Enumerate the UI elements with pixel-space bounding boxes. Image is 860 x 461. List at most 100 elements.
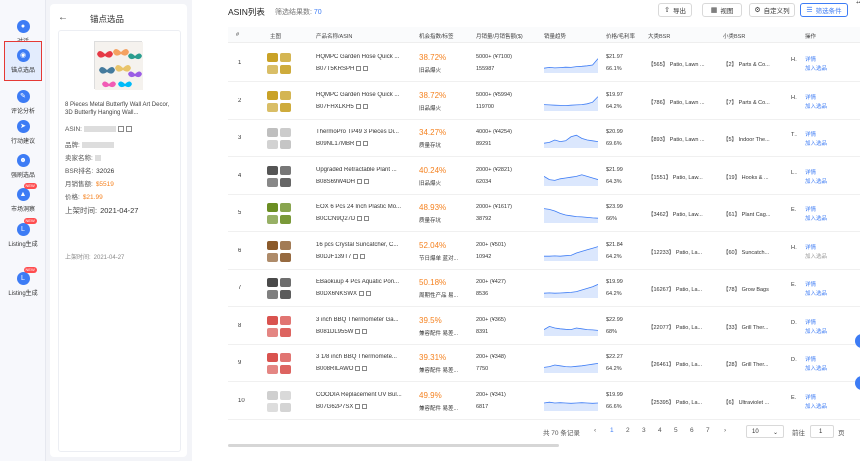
nav-item-label: 锚点选品 bbox=[10, 67, 35, 74]
external-link-icon[interactable] bbox=[362, 366, 368, 371]
nav-item-6[interactable]: L NEW Listing生成 bbox=[4, 215, 42, 255]
external-link-icon[interactable] bbox=[362, 403, 368, 409]
next-page-icon[interactable]: › bbox=[724, 427, 726, 434]
add-to-selection-link[interactable]: 加入选品 bbox=[805, 327, 827, 335]
copy-icon[interactable] bbox=[355, 366, 361, 371]
external-link-icon[interactable] bbox=[364, 178, 370, 184]
add-to-selection-link[interactable]: 加入选品 bbox=[805, 64, 827, 72]
page-number-6[interactable]: 6 bbox=[690, 427, 694, 434]
opportunity-tag: 质量存坑 bbox=[419, 218, 442, 224]
anchor-icon: ◉ bbox=[16, 48, 30, 62]
details-link[interactable]: 详情 bbox=[805, 130, 816, 138]
price-row: 价格: $21.99 bbox=[65, 194, 103, 201]
copy-icon[interactable] bbox=[353, 253, 359, 259]
product-name-link[interactable]: HQMPC Garden Hose Quick ... bbox=[316, 92, 406, 98]
product-name-link[interactable]: 3 1/8 inch BBQ Thermomete... bbox=[316, 354, 406, 360]
nav-item-7[interactable]: L NEW Listing生成 bbox=[4, 264, 42, 304]
grid-icon: ▦ bbox=[710, 7, 718, 14]
external-link-icon[interactable] bbox=[125, 126, 132, 133]
asin-cell: B09NL17MBR bbox=[316, 141, 369, 147]
copy-icon[interactable] bbox=[355, 103, 361, 109]
details-link[interactable]: 详情 bbox=[805, 93, 816, 101]
product-name-link[interactable]: ThermoPro TP49 3 Pieces Di... bbox=[316, 129, 406, 135]
gross-margin: 66.1% bbox=[606, 66, 622, 72]
product-name-link[interactable]: COODIA Replacement UV Bul... bbox=[316, 392, 406, 398]
monthly-sales: 200+ (¥341) bbox=[476, 391, 506, 398]
page-number-2[interactable]: 2 bbox=[626, 427, 630, 434]
details-link[interactable]: 详情 bbox=[805, 318, 816, 326]
nav-item-1[interactable]: ◉ 锚点选品 bbox=[4, 41, 42, 81]
opportunity-tag: 质量存坑 bbox=[419, 143, 442, 149]
copy-icon[interactable] bbox=[359, 291, 365, 296]
details-link[interactable]: 详情 bbox=[805, 355, 816, 363]
details-link[interactable]: 详情 bbox=[805, 393, 816, 401]
sub-category-bsr: 【5】 Indoor The... bbox=[723, 137, 770, 143]
copy-icon[interactable] bbox=[355, 328, 361, 334]
product-name-link[interactable]: EOX 6 Pcs 24 Inch Plastic Mo... bbox=[316, 204, 406, 210]
product-name-link[interactable]: Upgraded Retractable Plant ... bbox=[316, 167, 406, 173]
row-index: 8 bbox=[238, 322, 242, 329]
add-to-selection-link[interactable]: 加入选品 bbox=[805, 289, 827, 297]
export-button[interactable]: ⇧ 导出 bbox=[658, 3, 692, 17]
view-button[interactable]: ▦ 视图 bbox=[702, 3, 742, 17]
sub-category-bsr: 【78】 Grow Bags bbox=[723, 287, 769, 293]
main-category-bsr: 【25395】 Patio, La... bbox=[648, 399, 703, 406]
main-category-bsr: 【22077】 Patio, La... bbox=[648, 324, 703, 331]
prev-page-icon[interactable]: ‹ bbox=[594, 427, 596, 434]
add-to-selection-link[interactable]: 加入选品 bbox=[805, 177, 827, 185]
details-link[interactable]: 详情 bbox=[805, 205, 816, 213]
details-link[interactable]: 详情 bbox=[805, 55, 816, 63]
details-link[interactable]: 详情 bbox=[805, 168, 816, 176]
sales-trend-sparkline bbox=[544, 284, 598, 298]
details-link[interactable]: 详情 bbox=[805, 280, 816, 288]
copy-icon[interactable] bbox=[356, 66, 362, 71]
external-link-icon[interactable] bbox=[362, 103, 368, 109]
copy-icon[interactable] bbox=[357, 216, 363, 221]
external-link-icon[interactable] bbox=[363, 141, 369, 146]
page-number-1[interactable]: 1 bbox=[610, 427, 614, 434]
row-index: 7 bbox=[238, 285, 242, 291]
add-to-selection-link[interactable]: 加入选品 bbox=[805, 102, 827, 110]
nav-item-5[interactable]: ▲ NEW 市场洞察 bbox=[4, 180, 42, 220]
page-number-7[interactable]: 7 bbox=[706, 427, 710, 434]
asin-cell: B08S69W4DH bbox=[316, 178, 370, 185]
sub-category-bsr: 【61】 Plant Cag... bbox=[723, 212, 771, 218]
custom-columns-button[interactable]: ⚙ 自定义列 bbox=[749, 3, 795, 17]
opportunity-score: 39.5% bbox=[419, 315, 442, 325]
add-to-selection-link[interactable]: 加入选品 bbox=[805, 214, 827, 222]
add-to-selection-link[interactable]: 加入选品 bbox=[805, 252, 827, 260]
page-number-4[interactable]: 4 bbox=[658, 427, 662, 434]
asin-cell: B0DJF139T7 bbox=[316, 253, 366, 260]
copy-icon[interactable] bbox=[356, 141, 362, 146]
add-to-selection-link[interactable]: 加入选品 bbox=[805, 402, 827, 410]
add-to-selection-link[interactable]: 加入选品 bbox=[805, 139, 827, 147]
external-link-icon[interactable] bbox=[363, 66, 369, 71]
external-link-icon[interactable] bbox=[362, 328, 368, 334]
price: $20.99 bbox=[606, 129, 623, 135]
product-name-link[interactable]: EBaokuup 4 Pcs Aquatic Pon... bbox=[316, 279, 406, 285]
table-row: 10 COODIA Replacement UV Bul... B07G62P7SX… bbox=[228, 383, 860, 420]
copy-icon[interactable] bbox=[357, 178, 363, 184]
back-arrow-icon[interactable]: ← bbox=[58, 12, 68, 23]
monthly-revenue: 6817 bbox=[476, 403, 489, 410]
copy-icon[interactable] bbox=[355, 403, 361, 409]
jump-page-input[interactable]: 1 bbox=[810, 425, 834, 438]
page-number-5[interactable]: 5 bbox=[674, 427, 678, 434]
product-name-link[interactable]: 16 pcs Crystal Suncatcher, C... bbox=[316, 242, 406, 248]
page-size-select[interactable]: 10 ⌄ bbox=[746, 425, 784, 438]
opportunity-score: 34.27% bbox=[419, 128, 447, 137]
add-to-selection-link[interactable]: 加入选品 bbox=[805, 364, 827, 372]
table-row: 7 EBaokuup 4 Pcs Aquatic Pon... B0DX6NKSWX… bbox=[228, 270, 860, 307]
page-number-3[interactable]: 3 bbox=[642, 427, 646, 434]
price: $23.99 bbox=[606, 204, 623, 210]
horizontal-scrollbar[interactable] bbox=[228, 444, 559, 447]
external-link-icon[interactable] bbox=[366, 291, 372, 296]
filter-button[interactable]: ☰ 筛选条件 bbox=[800, 3, 848, 17]
copy-icon[interactable] bbox=[117, 126, 124, 133]
external-link-icon[interactable] bbox=[364, 216, 370, 221]
external-link-icon[interactable] bbox=[360, 253, 366, 259]
product-image bbox=[267, 203, 291, 224]
details-link[interactable]: 详情 bbox=[805, 243, 816, 251]
product-name-link[interactable]: 3 inch BBQ Thermometer Ga... bbox=[316, 317, 406, 323]
product-name-link[interactable]: HQMPC Garden Hose Quick ... bbox=[316, 54, 406, 60]
